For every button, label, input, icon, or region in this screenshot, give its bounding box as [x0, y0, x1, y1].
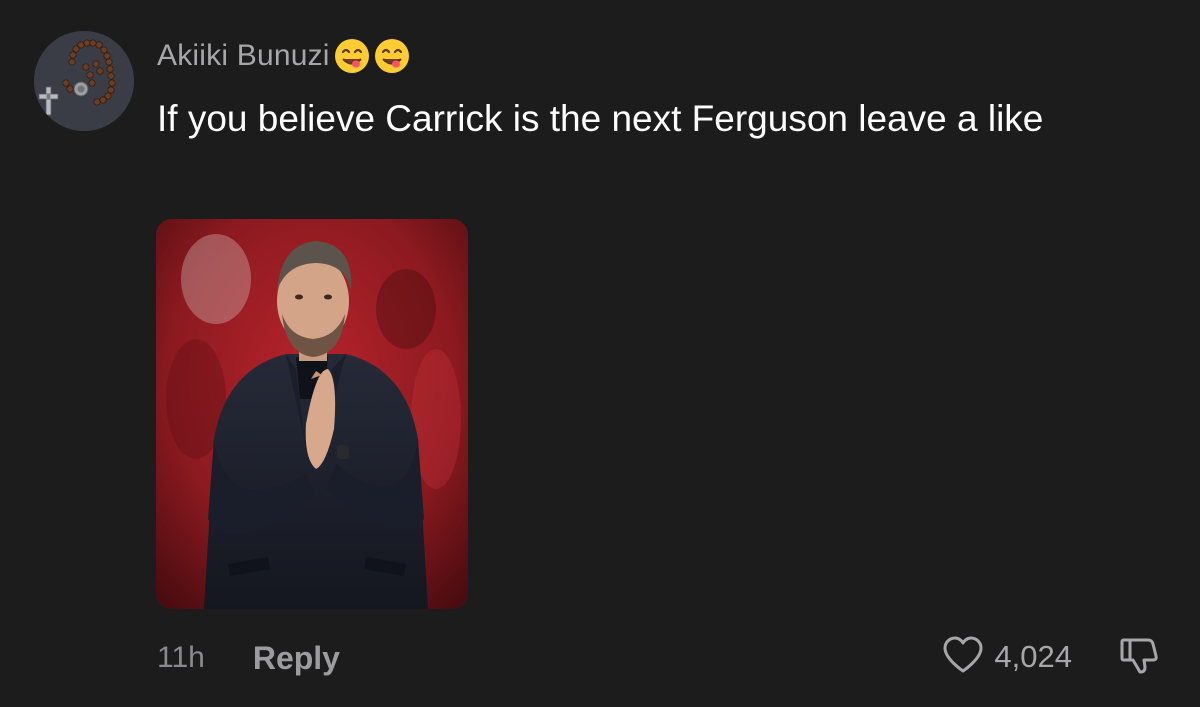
rosary-avatar-image	[34, 31, 134, 131]
comment-image[interactable]	[156, 219, 468, 609]
avatar[interactable]	[34, 31, 134, 131]
dislike-button[interactable]	[1118, 634, 1160, 681]
thumbs-down-icon	[1118, 634, 1160, 681]
yum-emoji-icon	[374, 38, 410, 74]
like-button[interactable]: 4,024	[942, 635, 1072, 680]
author-name[interactable]: Akiiki Bunuzi	[157, 39, 330, 73]
reply-button[interactable]: Reply	[253, 640, 340, 677]
like-count: 4,024	[994, 639, 1072, 674]
author-row: Akiiki Bunuzi	[157, 34, 410, 78]
comment-meta: 11h Reply	[157, 636, 340, 680]
timestamp: 11h	[157, 641, 205, 674]
comment-text: If you believe Carrick is the next Fergu…	[157, 98, 1044, 139]
man-clapping-photo	[156, 219, 468, 609]
heart-outline-icon	[942, 635, 984, 680]
comment-actions: 4,024	[942, 632, 1160, 682]
comment: Akiiki Bunuzi If you believe Carrick is …	[0, 0, 1200, 707]
yum-emoji-icon	[334, 38, 370, 74]
